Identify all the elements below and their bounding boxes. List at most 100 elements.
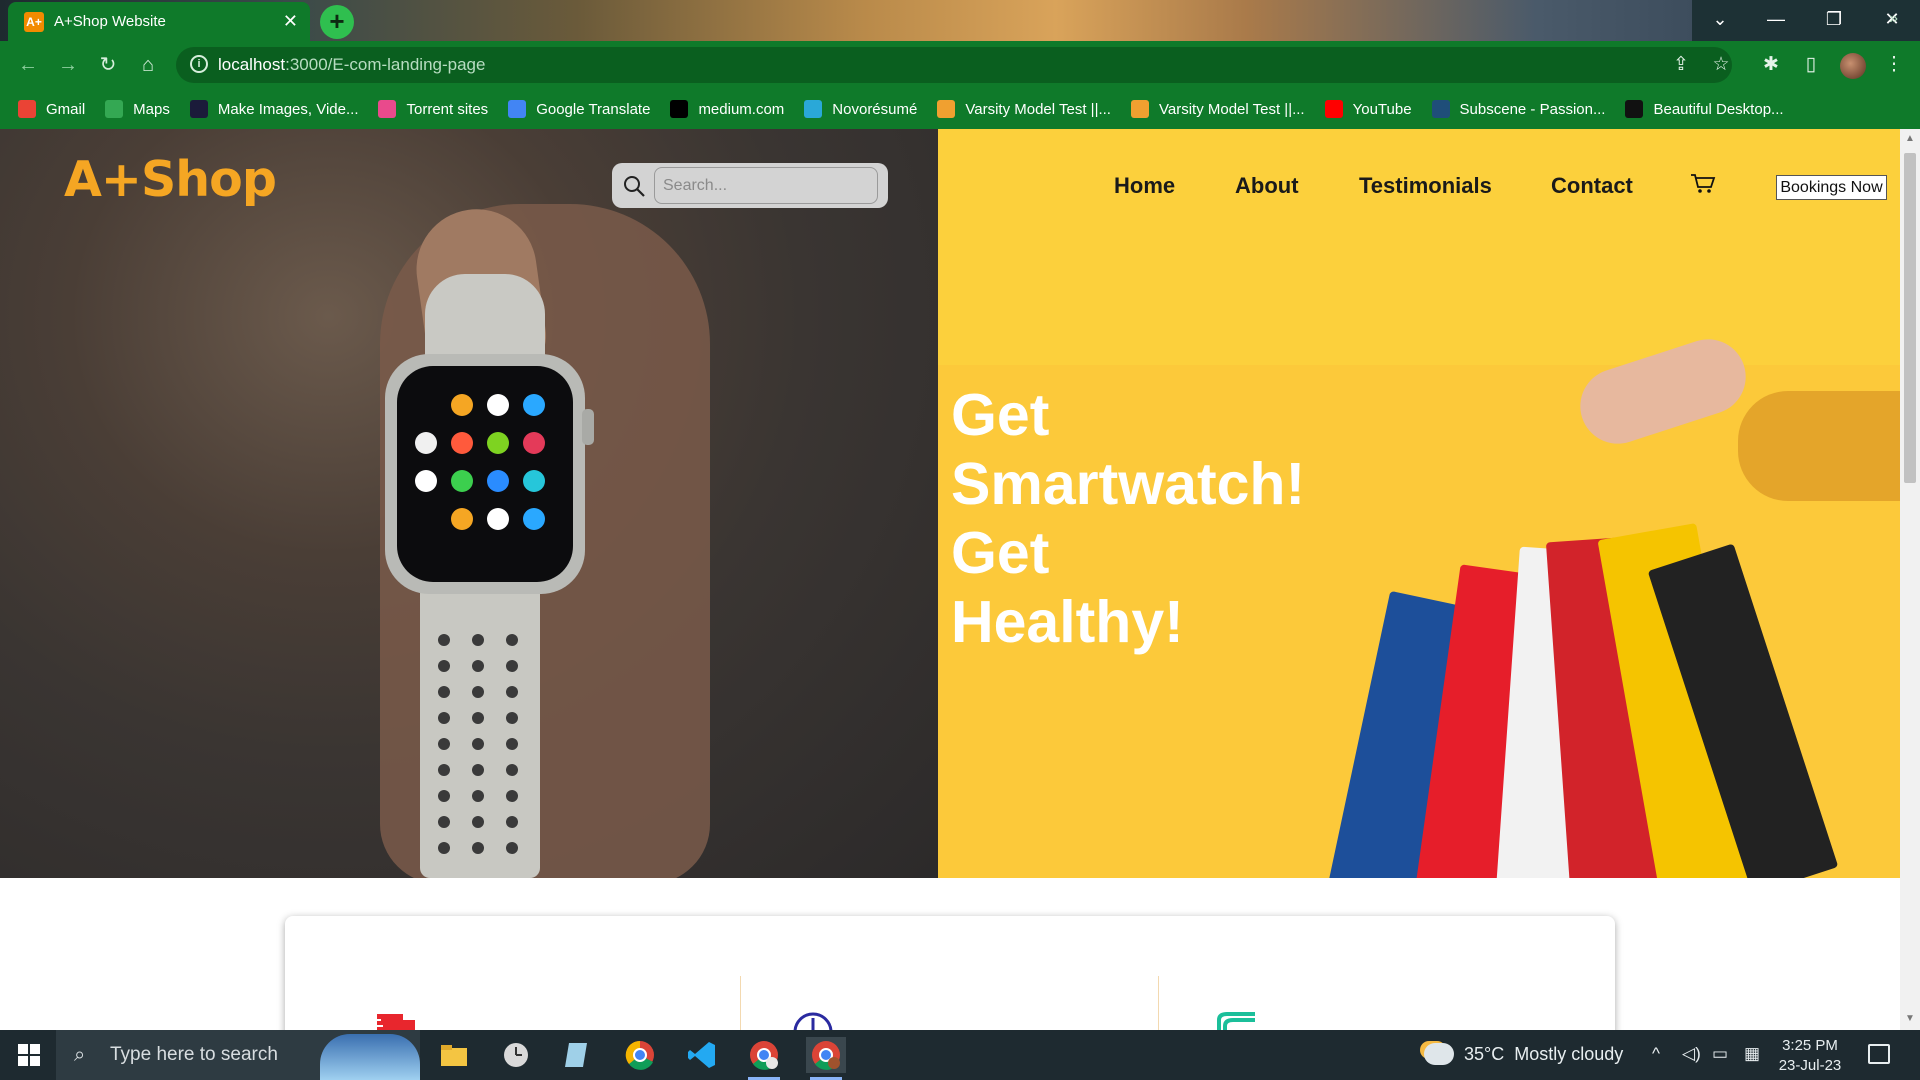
cart-icon[interactable]	[1690, 173, 1716, 195]
nav-about[interactable]: About	[1235, 173, 1299, 199]
watch-app-icon	[523, 394, 545, 416]
scroll-down-icon[interactable]: ▼	[1904, 1013, 1916, 1024]
watch-app-icon	[487, 432, 509, 454]
extensions-puzzle-icon[interactable]: ✱	[1757, 51, 1785, 79]
bookmark-label: Make Images, Vide...	[217, 100, 359, 118]
bookmark-item[interactable]: Varsity Model Test ||...	[1130, 100, 1305, 118]
profile-avatar[interactable]	[1840, 53, 1866, 79]
headline-line: Get	[951, 382, 1050, 448]
bookmark-item[interactable]: medium.com	[670, 100, 784, 118]
strap-hole	[506, 816, 518, 828]
search-icon: ⌕	[74, 1044, 86, 1066]
bookmark-label: Varsity Model Test ||...	[965, 100, 1111, 118]
clock-time: 3:25 PM	[1782, 1037, 1838, 1054]
browser-tab-strip: A+ A+Shop Website ✕ + ⌄ — ❐ ✕	[0, 0, 1920, 41]
watch-app-icon	[415, 470, 437, 492]
close-tab-icon[interactable]: ✕	[283, 11, 298, 32]
strap-hole	[438, 842, 450, 854]
strap-hole	[506, 790, 518, 802]
watch-strap-bottom	[420, 574, 540, 878]
site-info-icon[interactable]: i	[190, 55, 208, 73]
taskbar-search[interactable]: ⌕ Type here to search	[56, 1030, 420, 1080]
address-bar[interactable]: i localhost:3000/E-com-landing-page	[176, 47, 1732, 83]
strap-hole	[506, 738, 518, 750]
forward-arrow-icon[interactable]: →	[54, 51, 82, 79]
page-scrollbar[interactable]: ▲ ▼	[1900, 129, 1920, 1030]
back-arrow-icon[interactable]: ←	[14, 51, 42, 79]
tray-chevron-up-icon[interactable]: ^	[1652, 1044, 1660, 1064]
browser-tab[interactable]: A+ A+Shop Website ✕	[8, 2, 310, 41]
network-icon[interactable]: ▭	[1712, 1044, 1728, 1064]
cloudy-weather-icon	[1424, 1043, 1454, 1065]
youtube-icon	[1324, 100, 1343, 118]
bookmark-item[interactable]: Subscene - Passion...	[1431, 100, 1605, 118]
bookmark-label: Torrent sites	[406, 100, 489, 118]
notifications-icon[interactable]	[1868, 1044, 1890, 1064]
bookmark-item[interactable]: Gmail	[18, 100, 85, 118]
windows-start-icon[interactable]	[18, 1044, 40, 1066]
watch-app-icon	[451, 470, 473, 492]
keyboard-language-icon[interactable]: ▦	[1744, 1044, 1760, 1064]
bookmark-item[interactable]: Varsity Model Test ||...	[937, 100, 1111, 118]
strap-hole	[472, 634, 484, 646]
clock-app-icon[interactable]	[496, 1037, 536, 1073]
search-input[interactable]	[654, 167, 878, 204]
site-logo[interactable]: A+Shop	[64, 151, 277, 208]
file-explorer-icon[interactable]	[434, 1037, 474, 1073]
more-bookmarks-chevron-icon[interactable]: »	[1889, 10, 1898, 28]
tab-search-chevron-icon[interactable]: ⌄	[1692, 0, 1748, 38]
bookings-now-button[interactable]: Bookings Now	[1776, 175, 1887, 200]
bookmark-item[interactable]: Maps	[105, 100, 170, 118]
bookmark-item[interactable]: YouTube	[1324, 100, 1412, 118]
restore-icon[interactable]: ❐	[1806, 0, 1862, 38]
weather-widget[interactable]: 35°C Mostly cloudy	[1424, 1043, 1623, 1065]
bookmark-item[interactable]: Make Images, Vide...	[189, 100, 359, 118]
scrollbar-thumb[interactable]	[1904, 153, 1916, 483]
weather-temp: 35°C	[1464, 1043, 1505, 1064]
tf-icon	[378, 100, 397, 118]
bookmark-item[interactable]: Torrent sites	[378, 100, 488, 118]
bookmark-star-icon[interactable]: ☆	[1707, 51, 1735, 79]
chrome-icon[interactable]	[620, 1037, 660, 1073]
feature-divider	[740, 976, 741, 1030]
nav-home[interactable]: Home	[1114, 173, 1175, 199]
share-icon[interactable]: ⇪	[1667, 51, 1695, 79]
hero-watch-image	[0, 129, 938, 878]
minimize-icon[interactable]: —	[1748, 0, 1804, 38]
bookmark-item[interactable]: Novorésumé	[804, 100, 917, 118]
home-icon[interactable]: ⌂	[134, 51, 162, 79]
watch-app-icon	[523, 508, 545, 530]
notes-app-icon[interactable]	[556, 1037, 596, 1073]
reload-icon[interactable]: ↻	[94, 51, 122, 79]
bookmark-label: medium.com	[698, 100, 785, 118]
strap-hole	[438, 686, 450, 698]
varsity-icon	[937, 100, 956, 118]
url-text[interactable]: localhost:3000/E-com-landing-page	[218, 55, 485, 75]
new-tab-button[interactable]: +	[320, 5, 354, 39]
nav-testimonials[interactable]: Testimonials	[1359, 173, 1492, 199]
arm-shape	[1738, 391, 1900, 501]
strap-hole	[472, 790, 484, 802]
picsart-icon	[189, 100, 208, 118]
system-clock[interactable]: 3:25 PM 23-Jul-23	[1776, 1036, 1844, 1076]
translate-icon	[508, 100, 527, 118]
chrome-profile-icon[interactable]	[744, 1037, 784, 1080]
strap-hole	[506, 634, 518, 646]
bookmark-item[interactable]: Beautiful Desktop...	[1625, 100, 1784, 118]
bookmark-item[interactable]: Google Translate	[508, 100, 650, 118]
strap-hole	[506, 764, 518, 776]
watch-app-icon	[487, 394, 509, 416]
site-search	[612, 163, 888, 208]
nav-contact[interactable]: Contact	[1551, 173, 1633, 199]
bookmark-label: YouTube	[1352, 100, 1412, 118]
varsity-icon	[1130, 100, 1149, 118]
volume-icon[interactable]: ◁)	[1682, 1044, 1701, 1064]
subscene-icon	[1431, 100, 1450, 118]
strap-hole	[472, 764, 484, 776]
kebab-menu-icon[interactable]: ⋮	[1880, 51, 1908, 79]
site-favicon-icon: A+	[24, 11, 44, 32]
chrome-active-icon[interactable]	[806, 1037, 846, 1080]
vscode-icon[interactable]	[682, 1037, 722, 1073]
scroll-up-icon[interactable]: ▲	[1904, 133, 1916, 144]
side-panel-icon[interactable]: ▯	[1797, 51, 1825, 79]
